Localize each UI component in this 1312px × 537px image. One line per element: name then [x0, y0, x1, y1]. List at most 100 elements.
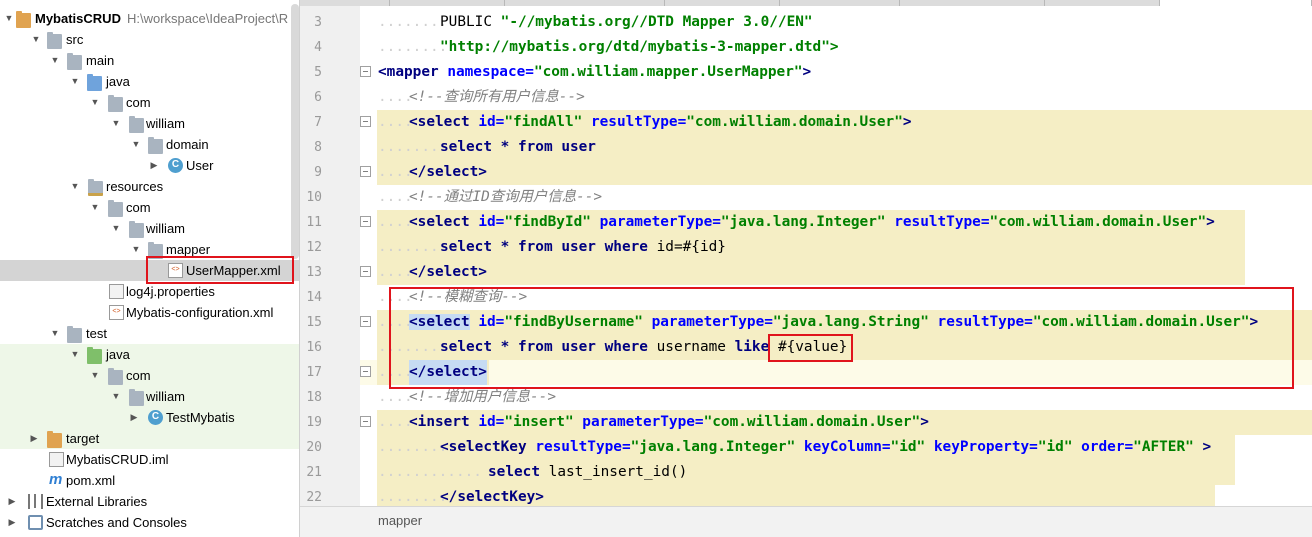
- tree-item-com[interactable]: ▼ com: [0, 92, 299, 113]
- tree-item-pom[interactable]: m pom.xml: [0, 470, 299, 491]
- chevron-right-icon[interactable]: ▶: [6, 516, 18, 528]
- chevron-down-icon[interactable]: ▼: [69, 75, 81, 87]
- module-file-icon: [49, 452, 64, 467]
- chevron-down-icon[interactable]: ▼: [89, 369, 101, 381]
- tree-root-module[interactable]: ▼ MybatisCRUD H:\workspace\IdeaProject\R: [0, 8, 299, 29]
- tree-item-william[interactable]: ▼ william: [0, 113, 299, 134]
- sql-keyword: where: [604, 339, 657, 355]
- tree-item-mybatis-configuration-xml[interactable]: <> Mybatis-configuration.xml: [0, 302, 299, 323]
- tree-item-java[interactable]: ▼ java: [0, 71, 299, 92]
- tree-item-domain[interactable]: ▼ domain: [0, 134, 299, 155]
- code-line: ........ select * from user where userna…: [360, 335, 1312, 360]
- tree-item-src[interactable]: ▼ src: [0, 29, 299, 50]
- sql-keyword: where: [604, 239, 657, 255]
- tree-item-test[interactable]: ▼ test: [0, 323, 299, 344]
- maven-icon: m: [49, 471, 63, 488]
- line-number: 9: [314, 165, 322, 180]
- chevron-down-icon[interactable]: ▼: [30, 33, 42, 45]
- chevron-down-icon[interactable]: ▼: [49, 54, 61, 66]
- tree-item-com[interactable]: ▼ com: [0, 365, 299, 386]
- folder-icon: [67, 53, 82, 70]
- xml-value: "com.william.domain.User": [989, 214, 1207, 230]
- xml-attr: namespace=: [447, 64, 534, 80]
- chevron-right-icon[interactable]: ▶: [28, 432, 40, 444]
- fold-marker[interactable]: [360, 166, 371, 177]
- chevron-right-icon[interactable]: ▶: [148, 159, 160, 171]
- xml-attr: keyColumn=: [803, 439, 891, 455]
- folder-icon: [129, 221, 144, 238]
- tree-item-main[interactable]: ▼ main: [0, 50, 299, 71]
- sql-keyword: select: [488, 464, 549, 480]
- tree-item-label: log4j.properties: [126, 284, 215, 299]
- chevron-down-icon[interactable]: ▼: [49, 327, 61, 339]
- line-number: 8: [314, 140, 322, 155]
- line-number: 21: [306, 465, 322, 480]
- tree-item-external-libraries[interactable]: ▶ External Libraries: [0, 491, 299, 512]
- fold-marker[interactable]: [360, 116, 371, 127]
- tree-item-user-class[interactable]: ▶ C User: [0, 155, 299, 176]
- fold-marker[interactable]: [360, 266, 371, 277]
- line-number: 19: [306, 415, 322, 430]
- xml-attr: resultType=: [894, 214, 990, 230]
- sql-identifier: user: [561, 339, 605, 355]
- line-number: 3: [314, 15, 322, 30]
- sql-function: last_insert_id(): [548, 464, 688, 480]
- fold-marker[interactable]: [360, 366, 371, 377]
- code-line: .... <insert id="insert" parameterType="…: [360, 410, 1312, 435]
- tree-item-label: Scratches and Consoles: [46, 515, 187, 530]
- test-class-icon: C: [148, 410, 163, 425]
- tree-item-resources[interactable]: ▼ resources: [0, 176, 299, 197]
- xml-tag-matched: </select>: [409, 360, 487, 385]
- tree-item-label: william: [146, 116, 185, 131]
- code-line: .... </select>: [360, 160, 1312, 185]
- tree-item-com[interactable]: ▼ com: [0, 197, 299, 218]
- breadcrumb-item-mapper[interactable]: mapper: [378, 513, 422, 528]
- doctype-dtd: "http://mybatis.org/dtd/mybatis-3-mapper…: [440, 39, 839, 55]
- chevron-right-icon[interactable]: ▶: [6, 495, 18, 507]
- project-scrollbar[interactable]: [291, 4, 299, 259]
- tree-item-test-java[interactable]: ▼ java: [0, 344, 299, 365]
- tree-item-log4j-properties[interactable]: log4j.properties: [0, 281, 299, 302]
- chevron-down-icon[interactable]: ▼: [130, 243, 142, 255]
- tree-item-mapper[interactable]: ▼ mapper: [0, 239, 299, 260]
- fold-marker[interactable]: [360, 316, 371, 327]
- code-line: .... <select id="findByUsername" paramet…: [360, 310, 1312, 335]
- xml-attr: id=: [469, 314, 505, 330]
- xml-tag-matched: <select: [409, 314, 470, 330]
- fold-marker[interactable]: [360, 416, 371, 427]
- chevron-down-icon[interactable]: ▼: [130, 138, 142, 150]
- chevron-down-icon[interactable]: ▼: [110, 117, 122, 129]
- tree-item-label: test: [86, 326, 107, 341]
- tree-item-usermapper-xml[interactable]: <> UserMapper.xml: [0, 260, 299, 281]
- chevron-down-icon[interactable]: ▼: [89, 96, 101, 108]
- xml-value: "java.lang.String": [772, 314, 938, 330]
- package-icon: [148, 137, 163, 154]
- line-number: 22: [306, 490, 322, 505]
- xml-attr: parameterType=: [651, 314, 773, 330]
- chevron-down-icon[interactable]: ▼: [69, 348, 81, 360]
- code-line: <mapper namespace="com.william.mapper.Us…: [360, 60, 1312, 85]
- fold-marker[interactable]: [360, 66, 371, 77]
- tree-item-william[interactable]: ▼ william: [0, 218, 299, 239]
- tree-item-william[interactable]: ▼ william: [0, 386, 299, 407]
- tree-item-testmybatis[interactable]: ▶ C TestMybatis: [0, 407, 299, 428]
- tree-item-iml[interactable]: MybatisCRUD.iml: [0, 449, 299, 470]
- fold-marker[interactable]: [360, 216, 371, 227]
- chevron-down-icon[interactable]: ▼: [3, 12, 15, 24]
- code-line: .... <!--增加用户信息-->: [360, 385, 1312, 410]
- chevron-down-icon[interactable]: ▼: [110, 222, 122, 234]
- tree-item-target[interactable]: ▶ target: [0, 428, 299, 449]
- chevron-right-icon[interactable]: ▶: [128, 411, 140, 423]
- line-number: 12: [306, 240, 322, 255]
- tree-item-scratches[interactable]: ▶ Scratches and Consoles: [0, 512, 299, 533]
- chevron-down-icon[interactable]: ▼: [89, 201, 101, 213]
- sql-keyword: select: [440, 339, 501, 355]
- sql-identifier: user: [561, 139, 596, 155]
- tree-item-label: domain: [166, 137, 209, 152]
- chevron-down-icon[interactable]: ▼: [110, 390, 122, 402]
- chevron-down-icon[interactable]: ▼: [69, 180, 81, 192]
- doctype-id: "-//mybatis.org//DTD Mapper 3.0//EN": [500, 14, 813, 30]
- code-editor[interactable]: ........ PUBLIC "-//mybatis.org//DTD Map…: [360, 6, 1312, 506]
- tree-item-label: com: [126, 368, 151, 383]
- tree-item-label: com: [126, 200, 151, 215]
